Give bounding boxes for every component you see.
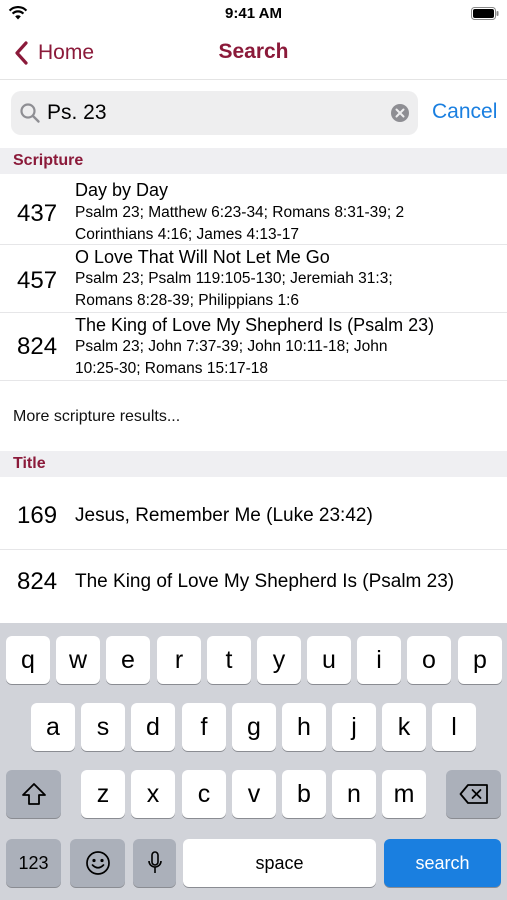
key-d[interactable]: d: [131, 703, 175, 751]
numbers-key[interactable]: 123: [6, 839, 61, 887]
key-v[interactable]: v: [232, 770, 276, 818]
section-header-label: Title: [13, 455, 46, 472]
search-icon: [20, 103, 40, 123]
key-x[interactable]: x: [131, 770, 175, 818]
shift-key[interactable]: [6, 770, 61, 818]
key-n[interactable]: n: [332, 770, 376, 818]
hymn-number: 457: [17, 267, 58, 294]
scripture-result-row[interactable]: 824 The King of Love My Shepherd Is (Psa…: [0, 313, 507, 380]
search-key[interactable]: search: [384, 839, 501, 887]
scripture-refs: Psalm 23; Psalm 119:105-130; Jeremiah 31…: [75, 268, 485, 312]
scripture-refs-line: Psalm 23; Psalm 119:105-130; Jeremiah 31…: [75, 270, 393, 287]
dictation-key[interactable]: [133, 839, 176, 887]
key-u[interactable]: u: [307, 636, 351, 684]
section-header-label: Scripture: [13, 152, 84, 169]
key-k[interactable]: k: [382, 703, 426, 751]
row-divider: [0, 380, 507, 381]
key-h[interactable]: h: [282, 703, 326, 751]
search-bar[interactable]: [11, 91, 418, 135]
hymn-number: 169: [17, 502, 58, 529]
hymn-title: The King of Love My Shepherd Is (Psalm 2…: [75, 315, 435, 335]
key-s[interactable]: s: [81, 703, 125, 751]
key-j[interactable]: j: [332, 703, 376, 751]
cancel-button[interactable]: Cancel: [432, 100, 497, 124]
battery-icon: [471, 7, 499, 20]
hymn-title: Jesus, Remember Me (Luke 23:42): [75, 505, 373, 526]
status-bar: 9:41 AM: [0, 0, 507, 28]
key-c[interactable]: c: [182, 770, 226, 818]
delete-icon: [459, 784, 488, 804]
key-b[interactable]: b: [282, 770, 326, 818]
delete-key[interactable]: [446, 770, 501, 818]
key-r[interactable]: r: [157, 636, 201, 684]
nav-divider: [0, 79, 507, 80]
microphone-icon: [147, 851, 162, 873]
scripture-refs: Psalm 23; Matthew 6:23-34; Romans 8:31-3…: [75, 202, 485, 246]
scripture-result-row[interactable]: 457 O Love That Will Not Let Me Go Psalm…: [0, 245, 507, 312]
key-l[interactable]: l: [432, 703, 476, 751]
key-f[interactable]: f: [182, 703, 226, 751]
hymn-title: O Love That Will Not Let Me Go: [75, 247, 330, 267]
more-scripture-results-link[interactable]: More scripture results...: [13, 408, 180, 426]
page-title: Search: [218, 40, 289, 63]
hymn-title: The King of Love My Shepherd Is (Psalm 2…: [75, 571, 455, 592]
space-key[interactable]: space: [183, 839, 376, 887]
title-result-row[interactable]: 169 Jesus, Remember Me (Luke 23:42): [0, 477, 507, 549]
scripture-refs-line: Romans 8:28-39; Philippians 1:6: [75, 292, 300, 309]
scripture-refs-line: Psalm 23; John 7:37-39; John 10:11-18; J…: [75, 338, 388, 355]
key-z[interactable]: z: [81, 770, 125, 818]
key-p[interactable]: p: [458, 636, 502, 684]
clear-icon[interactable]: [390, 103, 410, 123]
key-m[interactable]: m: [382, 770, 426, 818]
hymn-number: 824: [17, 568, 58, 595]
key-q[interactable]: q: [6, 636, 50, 684]
key-g[interactable]: g: [232, 703, 276, 751]
scripture-refs: Psalm 23; John 7:37-39; John 10:11-18; J…: [75, 336, 485, 380]
scripture-refs-line: Corinthians 4:16; James 4:13-17: [75, 226, 300, 243]
hymn-number: 437: [17, 200, 58, 227]
hymn-title: Day by Day: [75, 180, 169, 200]
scripture-refs-line: 10:25-30; Romans 15:17-18: [75, 360, 269, 377]
key-t[interactable]: t: [207, 636, 251, 684]
scripture-result-row[interactable]: 437 Day by Day Psalm 23; Matthew 6:23-34…: [0, 174, 507, 244]
nav-bar: Home Search: [0, 28, 507, 78]
status-time: 9:41 AM: [225, 5, 282, 22]
section-header-title: Title: [0, 451, 507, 477]
shift-icon: [21, 783, 46, 805]
scripture-refs-line: Psalm 23; Matthew 6:23-34; Romans 8:31-3…: [75, 204, 405, 221]
key-w[interactable]: w: [56, 636, 100, 684]
keyboard: q w e r t y u i o p a s d f g h j k l z …: [0, 623, 507, 900]
key-i[interactable]: i: [357, 636, 401, 684]
key-y[interactable]: y: [257, 636, 301, 684]
search-input[interactable]: [47, 98, 377, 128]
key-o[interactable]: o: [407, 636, 451, 684]
section-header-scripture: Scripture: [0, 148, 507, 174]
key-a[interactable]: a: [31, 703, 75, 751]
title-result-row[interactable]: 824 The King of Love My Shepherd Is (Psa…: [0, 550, 507, 620]
emoji-key[interactable]: [70, 839, 125, 887]
hymn-number: 824: [17, 333, 58, 360]
emoji-icon: [85, 851, 110, 875]
key-e[interactable]: e: [106, 636, 150, 684]
